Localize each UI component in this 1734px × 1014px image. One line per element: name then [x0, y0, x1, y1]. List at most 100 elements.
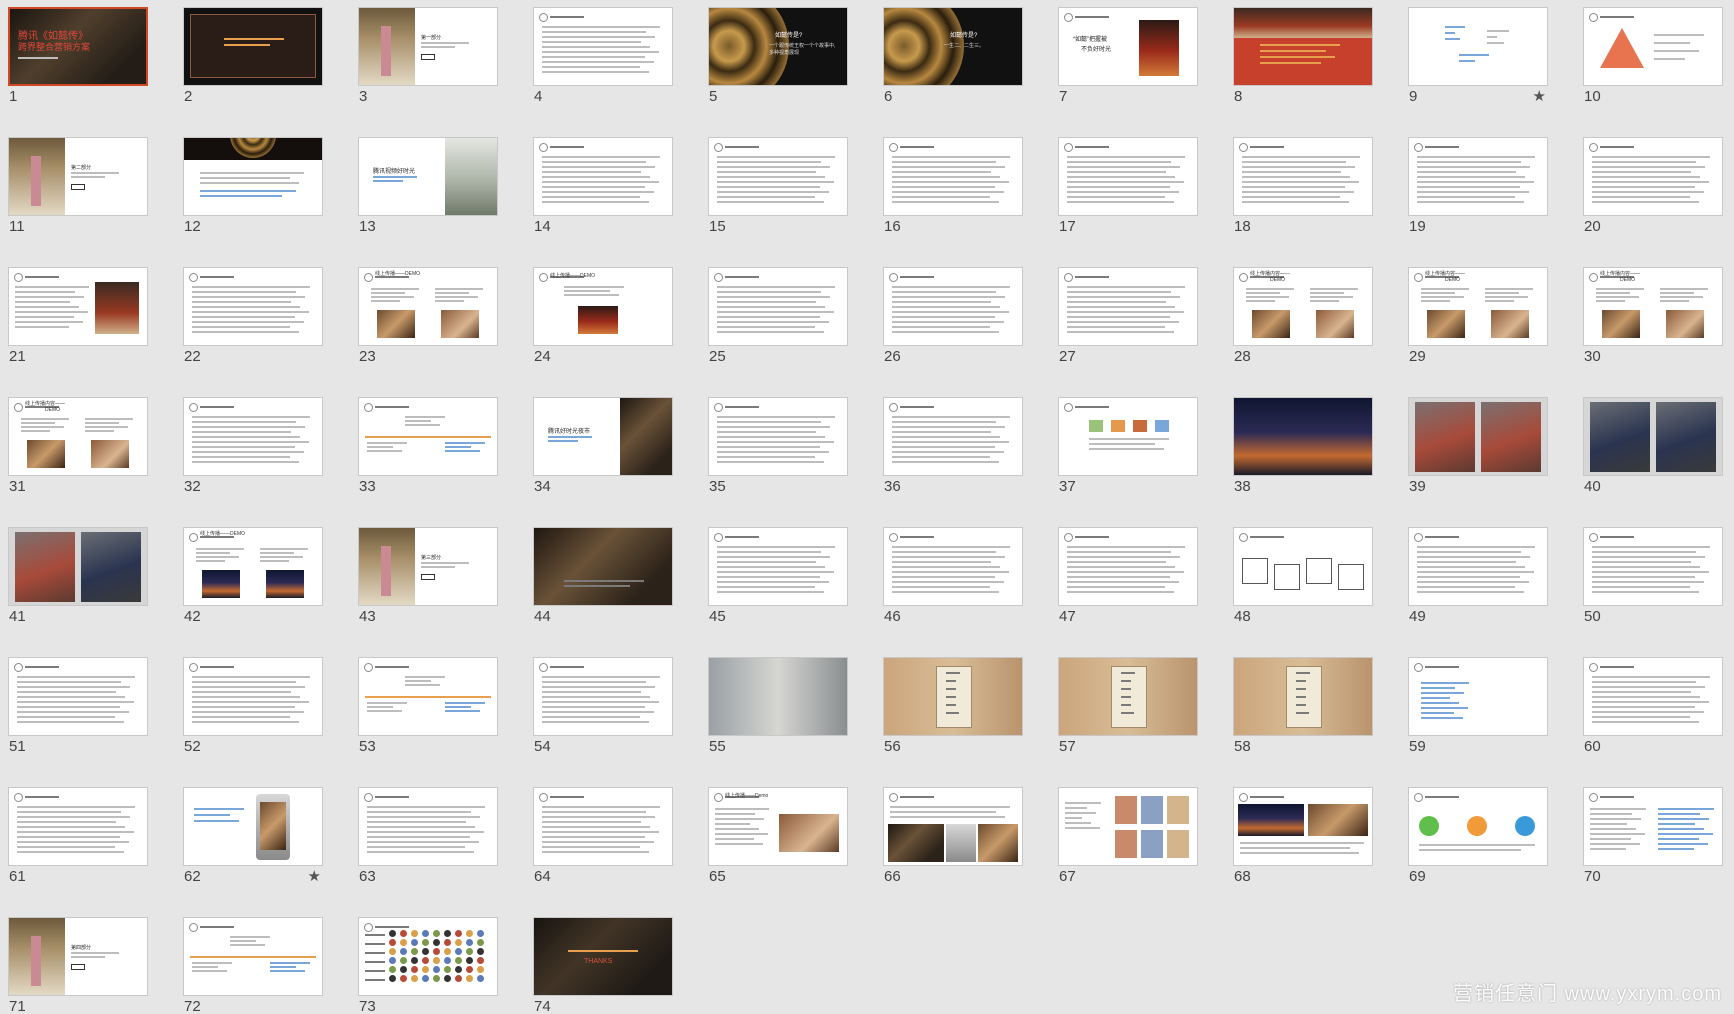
slide-thumbnail-16[interactable]: 16 [883, 137, 1023, 235]
slide-thumbnail-56[interactable]: 56 [883, 657, 1023, 755]
slide-thumbnail-30[interactable]: 线上传播内容—— DEMO 30 [1583, 267, 1723, 365]
slide-thumbnail-21[interactable]: 21 [8, 267, 148, 365]
slide-thumbnail-9[interactable]: 9 ★ [1408, 7, 1548, 105]
slide-thumbnail-71[interactable]: 第四部分 71 [8, 917, 148, 1014]
slide-thumbnail-68[interactable]: 68 [1233, 787, 1373, 885]
slide-thumbnail-55[interactable]: 55 [708, 657, 848, 755]
slide-thumbnail-72[interactable]: 72 [183, 917, 323, 1014]
slide-thumbnail-27[interactable]: 27 [1058, 267, 1198, 365]
slide-thumbnail-24[interactable]: 线上传播——DEMO 24 [533, 267, 673, 365]
slide-thumbnail-7[interactable]: “如懿”把握被 不负好时光 7 [1058, 7, 1198, 105]
text-line [85, 418, 133, 420]
slide-thumbnail-57[interactable]: 57 [1058, 657, 1198, 755]
text-line [196, 548, 244, 550]
slide-thumbnail-19[interactable]: 19 [1408, 137, 1548, 235]
slide-thumbnail-47[interactable]: 47 [1058, 527, 1198, 625]
slide-thumbnail-53[interactable]: 53 [358, 657, 498, 755]
slide-thumbnail-4[interactable]: 4 [533, 7, 673, 105]
slide-thumbnail-23[interactable]: 线上传播——DEMO 23 [358, 267, 498, 365]
slide-thumbnail-25[interactable]: 25 [708, 267, 848, 365]
slide-thumbnail-3[interactable]: 第一部分 3 [358, 7, 498, 105]
slide-thumbnail-41[interactable]: 41 [8, 527, 148, 625]
slide-thumbnail-43[interactable]: 第三部分 43 [358, 527, 498, 625]
slide-thumbnail-12[interactable]: 12 [183, 137, 323, 235]
text-line [1242, 166, 1355, 168]
slide-thumbnail-26[interactable]: 26 [883, 267, 1023, 365]
slide-thumbnail-73[interactable]: 73 [358, 917, 498, 1014]
slide-thumbnail-46[interactable]: 46 [883, 527, 1023, 625]
slide-thumbnail-36[interactable]: 36 [883, 397, 1023, 495]
slide-thumbnail-22[interactable]: 22 [183, 267, 323, 365]
slide-thumbnail-59[interactable]: 59 [1408, 657, 1548, 755]
slide-thumbnail-28[interactable]: 线上传播内容—— DEMO 28 [1233, 267, 1373, 365]
slide-thumbnail-6[interactable]: 如懿传是? 一生二、二生三。 6 [883, 7, 1023, 105]
slide-thumbnail-65[interactable]: 线上传播——Demo 65 [708, 787, 848, 885]
slide-thumbnail-37[interactable]: 37 [1058, 397, 1198, 495]
slide-thumbnail-35[interactable]: 35 [708, 397, 848, 495]
text-line [1121, 680, 1131, 682]
text-line [542, 851, 649, 853]
slide-logo-icon [539, 143, 548, 152]
avatar [455, 939, 462, 946]
slide-thumbnail-52[interactable]: 52 [183, 657, 323, 755]
slide-thumbnail-17[interactable]: 17 [1058, 137, 1198, 235]
slide-number: 68 [1234, 868, 1251, 885]
slide-thumbnail-18[interactable]: 18 [1233, 137, 1373, 235]
slide-number: 45 [709, 608, 726, 625]
slide-thumbnail-11[interactable]: 第二部分 11 [8, 137, 148, 235]
slide-thumbnail-50[interactable]: 50 [1583, 527, 1723, 625]
slide-title-line [1250, 146, 1284, 148]
slide-thumbnail-42[interactable]: 线上传播——DEMO 42 [183, 527, 323, 625]
slide-thumbnail-38[interactable]: 38 [1233, 397, 1373, 495]
slide-thumbnail-39[interactable]: 39 [1408, 397, 1548, 495]
slide-number: 24 [534, 348, 551, 365]
slide-thumbnail-67[interactable]: 67 [1058, 787, 1198, 885]
avatar [422, 939, 429, 946]
slide-thumbnail-63[interactable]: 63 [358, 787, 498, 885]
slide-thumbnail-44[interactable]: 44 [533, 527, 673, 625]
photo [779, 814, 839, 852]
slide-thumbnail-33[interactable]: 33 [358, 397, 498, 495]
slide-preview [1408, 137, 1548, 216]
slide-thumbnail-32[interactable]: 32 [183, 397, 323, 495]
slide-thumbnail-54[interactable]: 54 [533, 657, 673, 755]
slide-number: 37 [1059, 478, 1076, 495]
text-line [946, 704, 956, 706]
slide-thumbnail-20[interactable]: 20 [1583, 137, 1723, 235]
slide-thumbnail-58[interactable]: 58 [1233, 657, 1373, 755]
text-line [717, 416, 835, 418]
slide-thumbnail-70[interactable]: 70 [1583, 787, 1723, 885]
slide-thumbnail-31[interactable]: 线上传播内容—— DEMO 31 [8, 397, 148, 495]
slide-thumbnail-5[interactable]: 如懿传是? 一个跟传统王权一个个故事中, 多种视角展现 5 [708, 7, 848, 105]
slide-thumbnail-48[interactable]: 48 [1233, 527, 1373, 625]
text-line [564, 294, 619, 296]
text-line [892, 426, 1005, 428]
text-line [405, 424, 440, 426]
slide-thumbnail-1[interactable]: 腾讯《如懿传》 跨界整合营销方案 1 [8, 7, 148, 105]
slide-thumbnail-51[interactable]: 51 [8, 657, 148, 755]
circle-shape [1467, 816, 1487, 836]
slide-thumbnail-74[interactable]: THANKS 74 [533, 917, 673, 1014]
slide-thumbnail-66[interactable]: 66 [883, 787, 1023, 885]
slide-thumbnail-64[interactable]: 64 [533, 787, 673, 885]
slide-thumbnail-61[interactable]: 61 [8, 787, 148, 885]
slide-logo-icon [189, 923, 198, 932]
slide-logo-icon [1414, 663, 1423, 672]
slide-thumbnail-8[interactable]: 8 [1233, 7, 1373, 105]
slide-thumbnail-13[interactable]: 腾讯视频好时光 13 [358, 137, 498, 235]
slide-thumbnail-60[interactable]: 60 [1583, 657, 1723, 755]
slide-thumbnail-49[interactable]: 49 [1408, 527, 1548, 625]
slide-thumbnail-62[interactable]: 62 ★ [183, 787, 323, 885]
slide-thumbnail-10[interactable]: 10 [1583, 7, 1723, 105]
text-line [542, 831, 659, 833]
text-line [200, 190, 296, 192]
slide-thumbnail-2[interactable]: 2 [183, 7, 323, 105]
slide-thumbnail-40[interactable]: 40 [1583, 397, 1723, 495]
slide-thumbnail-45[interactable]: 45 [708, 527, 848, 625]
slide-title-line [725, 146, 759, 148]
slide-thumbnail-69[interactable]: 69 [1408, 787, 1548, 885]
slide-thumbnail-14[interactable]: 14 [533, 137, 673, 235]
slide-thumbnail-34[interactable]: 腾讯好时光夜市 34 [533, 397, 673, 495]
slide-thumbnail-29[interactable]: 线上传播内容—— DEMO 29 [1408, 267, 1548, 365]
slide-thumbnail-15[interactable]: 15 [708, 137, 848, 235]
